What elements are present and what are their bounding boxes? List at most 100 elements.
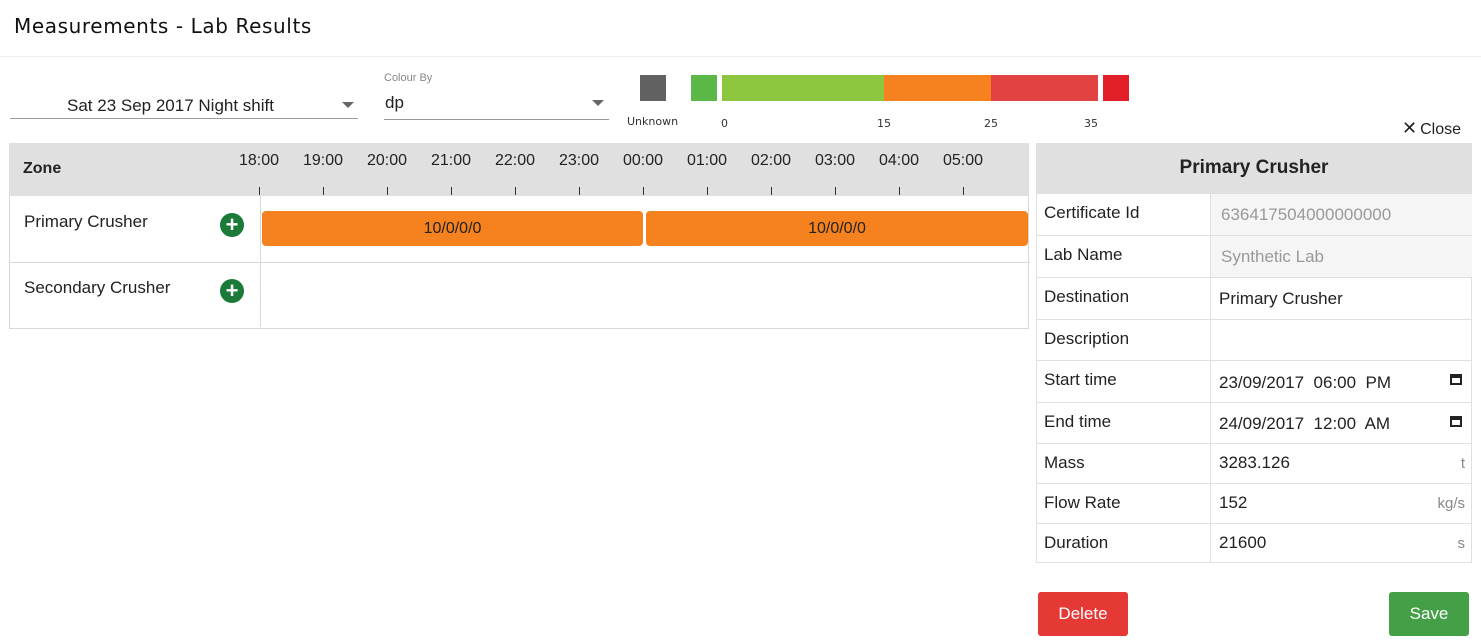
duration-row: Duration 21600 s (1036, 523, 1472, 563)
mass-row: Mass 3283.126 t (1036, 443, 1472, 484)
legend-unknown-swatch (640, 75, 666, 101)
hour-tick (259, 187, 260, 195)
calendar-icon[interactable] (1450, 374, 1462, 385)
legend-swatch-range-25-35 (991, 75, 1098, 101)
legend-tick-label: 0 (721, 117, 728, 130)
hour-label: 18:00 (239, 152, 280, 169)
lab-name-row: Lab Name Synthetic Lab (1036, 235, 1472, 278)
end-time-field[interactable]: 24/09/2017 12:00 AM (1210, 403, 1472, 443)
certificate-id-value: 636417504000000000 (1221, 205, 1392, 224)
hour-label: 01:00 (687, 152, 728, 169)
start-time-row: Start time 23/09/2017 06:00 PM (1036, 360, 1472, 403)
hour-label: 00:00 (623, 152, 664, 169)
duration-field[interactable]: 21600 s (1210, 524, 1472, 562)
calendar-icon[interactable] (1450, 416, 1462, 427)
page-title: Measurements - Lab Results (14, 14, 312, 38)
add-measurement-button[interactable]: + (220, 279, 244, 303)
hour-label: 21:00 (431, 152, 472, 169)
close-icon: ✕ (1402, 118, 1418, 138)
flow-rate-field[interactable]: 152 kg/s (1210, 484, 1472, 523)
save-button[interactable]: Save (1389, 592, 1469, 636)
hour-tick (323, 187, 324, 195)
field-label: Duration (1044, 533, 1109, 552)
hour-label: 05:00 (943, 152, 984, 169)
hour-label: 23:00 (559, 152, 600, 169)
field-label: Destination (1044, 287, 1130, 306)
chevron-down-icon (342, 102, 354, 108)
flow-rate-value: 152 (1219, 493, 1248, 512)
zone-name: Primary Crusher (24, 212, 148, 231)
close-label: Close (1420, 121, 1461, 138)
hour-label: 04:00 (879, 152, 920, 169)
timeline-header: Zone 18:00 19:00 20:00 21:00 22:00 23:00… (9, 143, 1029, 196)
legend-tick-label: 15 (877, 117, 891, 130)
colour-by-label: Colour By (384, 72, 433, 84)
destination-value: Primary Crusher (1219, 289, 1343, 308)
colour-by-value: dp (385, 93, 404, 112)
certificate-id-field: 636417504000000000 (1210, 194, 1472, 235)
detail-title: Primary Crusher (1036, 143, 1472, 193)
start-time-field[interactable]: 23/09/2017 06:00 PM (1210, 361, 1472, 402)
legend-swatch-above-range (1103, 75, 1129, 101)
table-row: Primary Crusher + 10/0/0/0 10/0/0/0 (10, 196, 1030, 263)
title-divider (0, 56, 1481, 57)
hour-tick (771, 187, 772, 195)
measurement-bar[interactable]: 10/0/0/0 (262, 211, 643, 246)
hour-tick (963, 187, 964, 195)
description-row: Description (1036, 319, 1472, 361)
hour-tick (835, 187, 836, 195)
hour-label: 22:00 (495, 152, 536, 169)
legend-unknown-label: Unknown (627, 115, 679, 128)
certificate-id-row: Certificate Id 636417504000000000 (1036, 193, 1472, 236)
field-label: Start time (1044, 370, 1117, 389)
field-label: Mass (1044, 453, 1085, 472)
add-measurement-button[interactable]: + (220, 213, 244, 237)
lab-name-field: Synthetic Lab (1210, 236, 1472, 277)
start-time-value: 23/09/2017 06:00 PM (1219, 373, 1392, 392)
hour-tick (515, 187, 516, 195)
legend-tick-label: 35 (1084, 117, 1098, 130)
description-field[interactable] (1210, 320, 1472, 360)
mass-field[interactable]: 3283.126 t (1210, 444, 1472, 483)
chevron-down-icon (592, 100, 604, 106)
destination-row: Destination Primary Crusher (1036, 277, 1472, 320)
legend-swatch-below-range (691, 75, 717, 101)
hour-label: 03:00 (815, 152, 856, 169)
legend-swatch-range-15-25 (884, 75, 991, 101)
field-label: Description (1044, 329, 1130, 348)
hour-tick (643, 187, 644, 195)
shift-select[interactable]: Sat 23 Sep 2017 Night shift (10, 82, 358, 119)
destination-field[interactable]: Primary Crusher (1210, 278, 1472, 319)
measurement-bar[interactable]: 10/0/0/0 (646, 211, 1028, 246)
duration-value: 21600 (1219, 533, 1267, 552)
mass-value: 3283.126 (1219, 453, 1290, 472)
zone-name: Secondary Crusher (24, 278, 171, 297)
field-label: Flow Rate (1044, 493, 1121, 512)
hour-tick (451, 187, 452, 195)
hour-label: 19:00 (303, 152, 344, 169)
field-label: Certificate Id (1044, 203, 1140, 222)
mass-unit: t (1460, 455, 1465, 472)
delete-button[interactable]: Delete (1038, 592, 1128, 636)
flow-rate-unit: kg/s (1437, 495, 1465, 512)
hour-tick (387, 187, 388, 195)
end-time-value: 24/09/2017 12:00 AM (1219, 414, 1391, 433)
field-label: End time (1044, 412, 1112, 431)
hour-tick (707, 187, 708, 195)
duration-unit: s (1457, 535, 1466, 552)
table-row: Secondary Crusher + (10, 263, 1030, 327)
hour-label: 20:00 (367, 152, 408, 169)
legend-tick-label: 25 (984, 117, 998, 130)
field-label: Lab Name (1044, 245, 1123, 264)
legend-swatch-range-0-15 (722, 75, 884, 101)
hour-tick (899, 187, 900, 195)
end-time-row: End time 24/09/2017 12:00 AM (1036, 402, 1472, 444)
hour-label: 02:00 (751, 152, 792, 169)
zone-column-header: Zone (23, 160, 62, 177)
hour-tick (579, 187, 580, 195)
shift-select-value: Sat 23 Sep 2017 Night shift (67, 96, 274, 115)
lab-name-value: Synthetic Lab (1221, 247, 1325, 266)
colour-by-select[interactable]: Colour By dp (384, 70, 609, 120)
flow-rate-row: Flow Rate 152 kg/s (1036, 483, 1472, 524)
close-button[interactable]: ✕ Close (1402, 118, 1461, 139)
